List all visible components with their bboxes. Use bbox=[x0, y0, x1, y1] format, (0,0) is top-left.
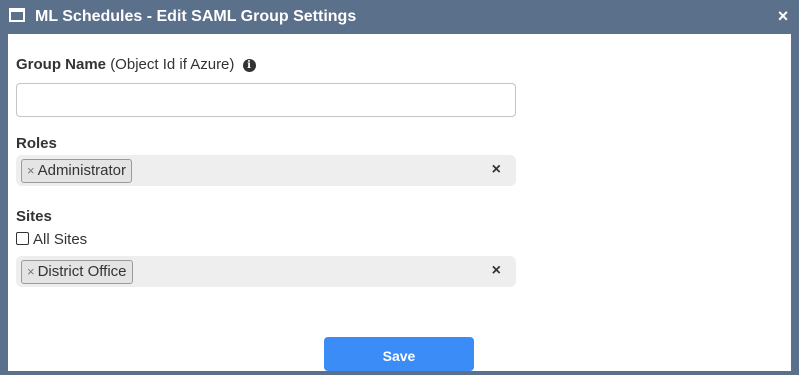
info-icon[interactable]: i bbox=[242, 59, 256, 72]
dialog-title: ML Schedules - Edit SAML Group Settings bbox=[35, 8, 357, 25]
site-chip-label: District Office bbox=[37, 263, 127, 280]
group-name-input[interactable] bbox=[16, 83, 516, 117]
group-name-hint: (Object Id if Azure) bbox=[110, 56, 235, 73]
role-chip: × Administrator bbox=[21, 159, 132, 183]
all-sites-checkbox[interactable] bbox=[16, 232, 29, 245]
window-icon bbox=[9, 8, 25, 22]
sites-select[interactable]: × District Office × bbox=[16, 256, 516, 287]
close-icon[interactable]: × bbox=[776, 6, 790, 26]
all-sites-label[interactable]: All Sites bbox=[33, 231, 87, 248]
roles-clear-icon[interactable]: × bbox=[492, 161, 501, 179]
chip-remove-icon[interactable]: × bbox=[27, 163, 35, 178]
save-button[interactable]: Save bbox=[324, 337, 474, 371]
group-name-label: Group Name (Object Id if Azure) i bbox=[16, 56, 256, 73]
site-chip: × District Office bbox=[21, 260, 133, 284]
titlebar: ML Schedules - Edit SAML Group Settings … bbox=[0, 0, 799, 34]
group-name-label-text: Group Name bbox=[16, 56, 107, 73]
dialog: ML Schedules - Edit SAML Group Settings … bbox=[0, 0, 799, 371]
roles-label: Roles bbox=[16, 135, 57, 152]
role-chip-label: Administrator bbox=[37, 162, 126, 179]
chip-remove-icon[interactable]: × bbox=[27, 264, 35, 279]
sites-label: Sites bbox=[16, 208, 52, 225]
roles-select[interactable]: × Administrator × bbox=[16, 155, 516, 186]
all-sites-row[interactable]: All Sites bbox=[16, 231, 87, 248]
dialog-body: Group Name (Object Id if Azure) i Roles … bbox=[8, 34, 791, 371]
sites-clear-icon[interactable]: × bbox=[492, 262, 501, 280]
